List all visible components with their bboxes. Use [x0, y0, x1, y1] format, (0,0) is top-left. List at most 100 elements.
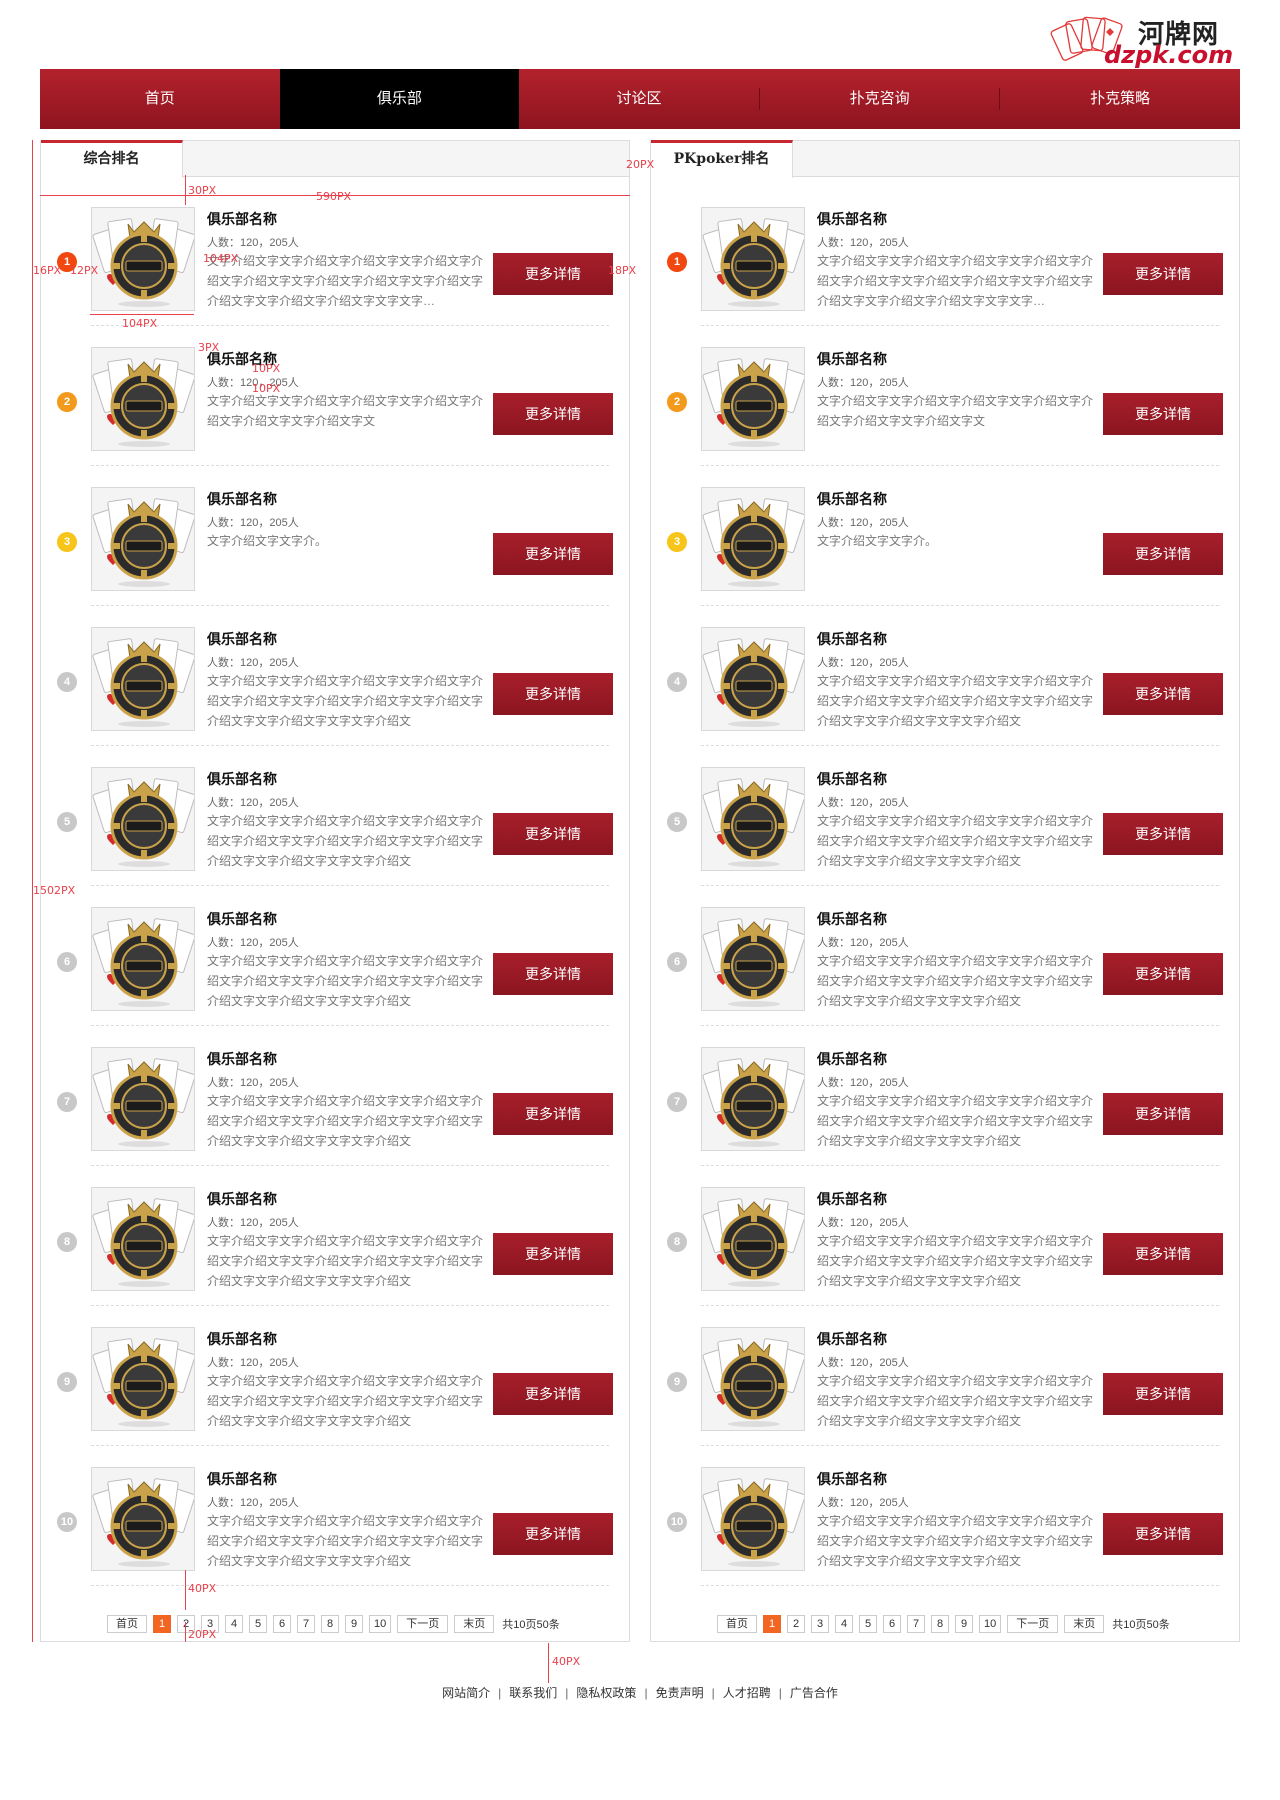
club-name[interactable]: 俱乐部名称 [817, 209, 887, 229]
pager-last-button[interactable]: 末页 [454, 1615, 495, 1633]
club-thumbnail[interactable] [91, 1327, 195, 1431]
club-thumbnail[interactable] [701, 907, 805, 1011]
pager-page-button[interactable]: 4 [225, 1615, 243, 1633]
club-name[interactable]: 俱乐部名称 [207, 1469, 277, 1489]
club-name[interactable]: 俱乐部名称 [817, 349, 887, 369]
club-thumbnail[interactable] [91, 907, 195, 1011]
more-details-button[interactable]: 更多详情 [1103, 1513, 1223, 1555]
pager-page-button[interactable]: 7 [297, 1615, 315, 1633]
pager-page-button[interactable]: 5 [249, 1615, 267, 1633]
pager-page-button[interactable]: 7 [907, 1615, 925, 1633]
more-details-button[interactable]: 更多详情 [1103, 253, 1223, 295]
club-thumbnail[interactable] [701, 1187, 805, 1291]
more-details-button[interactable]: 更多详情 [1103, 1373, 1223, 1415]
club-thumbnail[interactable] [701, 627, 805, 731]
pager-total: 共10页50条 [502, 1619, 560, 1631]
club-name[interactable]: 俱乐部名称 [817, 1329, 887, 1349]
more-details-button[interactable]: 更多详情 [1103, 813, 1223, 855]
more-details-button[interactable]: 更多详情 [1103, 953, 1223, 995]
pager-page-button[interactable]: 1 [153, 1615, 171, 1633]
nav-item-club[interactable]: 俱乐部 [279, 69, 520, 129]
pager-first-button[interactable]: 首页 [717, 1615, 757, 1633]
more-details-button[interactable]: 更多详情 [493, 673, 613, 715]
footer-link[interactable]: 免责声明 [656, 1684, 704, 1701]
pager-page-button[interactable]: 5 [859, 1615, 877, 1633]
pager-page-button[interactable]: 2 [787, 1615, 805, 1633]
club-name[interactable]: 俱乐部名称 [817, 1049, 887, 1069]
footer-link[interactable]: 人才招聘 [723, 1684, 771, 1701]
club-thumbnail[interactable] [91, 767, 195, 871]
pager-page-button[interactable]: 6 [883, 1615, 901, 1633]
club-thumbnail[interactable] [91, 487, 195, 591]
club-name[interactable]: 俱乐部名称 [207, 769, 277, 789]
pager-page-button[interactable]: 4 [835, 1615, 853, 1633]
club-name[interactable]: 俱乐部名称 [207, 1049, 277, 1069]
site-logo[interactable]: 河牌网 dzpk.com [1046, 8, 1233, 69]
club-thumbnail[interactable] [91, 347, 195, 451]
club-name[interactable]: 俱乐部名称 [817, 489, 887, 509]
more-details-button[interactable]: 更多详情 [1103, 393, 1223, 435]
footer-separator: | [565, 1686, 569, 1700]
club-thumbnail[interactable] [701, 1467, 805, 1571]
pager-next-button[interactable]: 下一页 [397, 1615, 449, 1633]
club-name[interactable]: 俱乐部名称 [207, 209, 277, 229]
club-thumbnail[interactable] [91, 627, 195, 731]
club-thumbnail[interactable] [701, 1047, 805, 1151]
nav-item-home[interactable]: 首页 [40, 69, 280, 129]
pager-next-button[interactable]: 下一页 [1007, 1615, 1059, 1633]
footer-link[interactable]: 广告合作 [790, 1684, 838, 1701]
club-name[interactable]: 俱乐部名称 [817, 1189, 887, 1209]
club-name[interactable]: 俱乐部名称 [817, 909, 887, 929]
club-name[interactable]: 俱乐部名称 [817, 769, 887, 789]
more-details-button[interactable]: 更多详情 [1103, 533, 1223, 575]
more-details-button[interactable]: 更多详情 [493, 1513, 613, 1555]
tab-ranking[interactable]: 综合排名 [41, 140, 183, 178]
more-details-button[interactable]: 更多详情 [493, 1093, 613, 1135]
club-thumbnail[interactable] [701, 347, 805, 451]
club-thumbnail[interactable] [701, 207, 805, 311]
footer-link[interactable]: 联系我们 [509, 1684, 557, 1701]
pager-page-button[interactable]: 9 [955, 1615, 973, 1633]
pager-page-button[interactable]: 8 [321, 1615, 339, 1633]
pager-page-button[interactable]: 10 [979, 1615, 1002, 1633]
more-details-button[interactable]: 更多详情 [1103, 673, 1223, 715]
nav-item-forum[interactable]: 讨论区 [519, 69, 759, 129]
pager-page-button[interactable]: 8 [931, 1615, 949, 1633]
club-name[interactable]: 俱乐部名称 [207, 489, 277, 509]
footer-link[interactable]: 隐私权政策 [576, 1684, 636, 1701]
club-thumbnail[interactable] [91, 1047, 195, 1151]
club-name[interactable]: 俱乐部名称 [207, 1329, 277, 1349]
more-details-button[interactable]: 更多详情 [493, 393, 613, 435]
club-name[interactable]: 俱乐部名称 [207, 629, 277, 649]
pager-page-button[interactable]: 6 [273, 1615, 291, 1633]
club-thumbnail[interactable] [91, 1467, 195, 1571]
club-thumbnail[interactable] [701, 487, 805, 591]
club-thumbnail[interactable] [701, 1327, 805, 1431]
nav-item-poker-news[interactable]: 扑克咨询 [760, 69, 1000, 129]
tab-ranking[interactable]: PKpoker排名 [651, 140, 793, 178]
club-thumbnail[interactable] [701, 767, 805, 871]
club-name[interactable]: 俱乐部名称 [207, 909, 277, 929]
more-details-button[interactable]: 更多详情 [493, 953, 613, 995]
pager-page-button[interactable]: 1 [763, 1615, 781, 1633]
pager-page-button[interactable]: 10 [369, 1615, 392, 1633]
more-details-button[interactable]: 更多详情 [493, 813, 613, 855]
pager-last-button[interactable]: 末页 [1064, 1615, 1105, 1633]
nav-item-poker-strategy[interactable]: 扑克策略 [1000, 69, 1240, 129]
more-details-button[interactable]: 更多详情 [1103, 1233, 1223, 1275]
club-thumbnail[interactable] [91, 1187, 195, 1291]
pager-first-button[interactable]: 首页 [107, 1615, 147, 1633]
casino-chip-icon [702, 208, 804, 310]
more-details-button[interactable]: 更多详情 [493, 533, 613, 575]
footer-link[interactable]: 网站简介 [442, 1684, 490, 1701]
more-details-button[interactable]: 更多详情 [493, 1233, 613, 1275]
pager-page-button[interactable]: 3 [811, 1615, 829, 1633]
club-name[interactable]: 俱乐部名称 [207, 1189, 277, 1209]
more-details-button[interactable]: 更多详情 [493, 1373, 613, 1415]
club-name[interactable]: 俱乐部名称 [817, 1469, 887, 1489]
more-details-button[interactable]: 更多详情 [493, 253, 613, 295]
more-details-button[interactable]: 更多详情 [1103, 1093, 1223, 1135]
club-name[interactable]: 俱乐部名称 [817, 629, 887, 649]
club-thumbnail[interactable] [91, 207, 195, 311]
pager-page-button[interactable]: 9 [345, 1615, 363, 1633]
